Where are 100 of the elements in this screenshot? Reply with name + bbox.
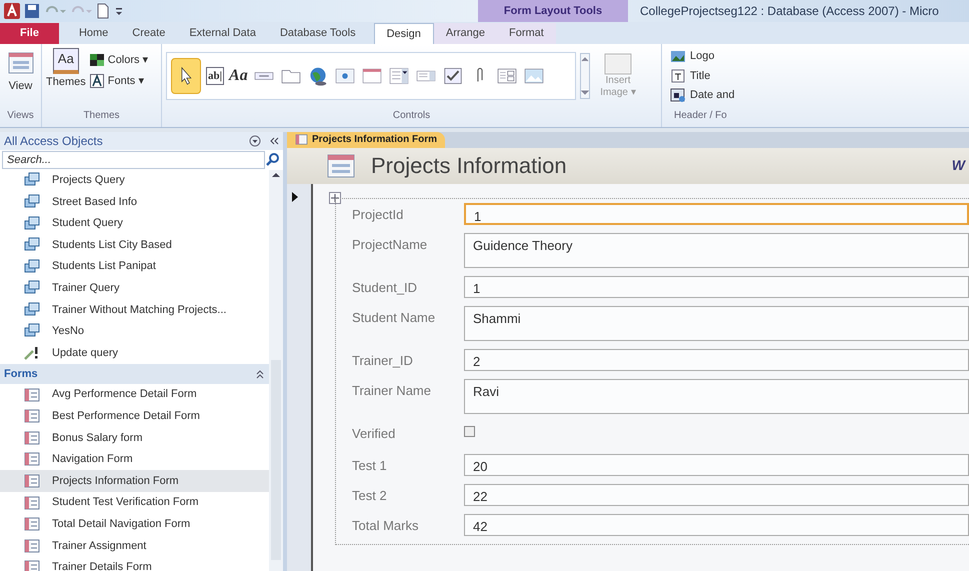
checkbox[interactable] [464,426,475,437]
calendar-icon [670,87,686,104]
date-button[interactable]: Date and [670,87,969,104]
field-label: Test 2 [352,486,388,505]
ribbon-tab[interactable]: Home [66,23,120,44]
colors-button[interactable]: Colors ▾ [90,52,149,69]
text-field[interactable]: 20 [464,454,969,476]
fonts-button[interactable]: Fonts ▾ [90,72,149,90]
ribbon-tab[interactable]: Arrange [434,23,497,44]
form-icon [24,516,40,532]
nav-item[interactable]: Projects Query [0,170,269,192]
nav-item[interactable]: Total Detail Navigation Form [0,513,269,536]
ribbon-tab[interactable]: Format [497,23,556,44]
collapse-icon [255,368,265,379]
nav-item[interactable]: Student Test Verification Form [0,492,269,514]
form-icon [295,134,308,146]
nav-item[interactable]: Students List Panipat [0,256,269,278]
gallery-scroll-icon[interactable] [580,53,590,100]
pointer-icon[interactable] [171,58,201,94]
nav-item[interactable]: YesNo [0,320,269,342]
nav-item[interactable]: Trainer Assignment [0,535,269,557]
text-field[interactable]: Ravi [464,378,969,414]
header-text: W [952,156,965,176]
text-field[interactable]: 1 [464,276,969,298]
field-label: Verified [352,424,396,443]
query-icon [24,280,40,296]
nav-item[interactable]: Best Performence Detail Form [0,405,269,428]
context-tab-group-title: Form Layout Tools [478,0,628,22]
color-swatch-icon [90,54,104,66]
font-icon [90,74,104,88]
field-label: Total Marks [352,516,420,535]
view-button[interactable]: View [8,44,34,108]
nav-pane-title: All Access Objects [4,132,103,150]
label-control[interactable]: Aa [229,58,248,94]
save-icon[interactable] [24,2,40,19]
nav-item[interactable]: Navigation Form [0,448,269,470]
query-icon [24,258,40,275]
nav-item[interactable]: Trainer Query [0,277,269,300]
logo-icon [670,48,686,64]
ribbon-tab[interactable]: Database Tools [268,23,368,44]
nav-group-header[interactable]: Forms [0,364,269,384]
record-selector-icon[interactable] [291,192,299,202]
nav-item[interactable]: Update query [0,342,269,364]
form-icon [24,494,40,511]
ribbon-tab[interactable]: File [0,23,59,44]
field-label: Trainer_ID [352,352,414,370]
nav-item[interactable]: Student Query [0,212,269,234]
form-icon [24,430,40,446]
form-icon [24,386,40,403]
text-field[interactable]: 1 [464,202,969,225]
text-field[interactable]: 42 [464,514,969,536]
nav-item[interactable]: Trainer Details Form [0,556,269,571]
pencil-icon [24,345,40,362]
title-button[interactable]: Title [670,68,969,84]
scrollbar[interactable] [269,170,283,571]
query-icon [24,172,40,188]
collapse-pane-icon[interactable] [269,136,279,146]
form-icon [24,408,40,424]
form-icon [24,473,40,490]
field-label: ProjectName [352,236,428,254]
logo-button[interactable]: Logo [670,48,969,65]
ribbon-group-label: Controls [392,108,432,123]
nav-item[interactable]: Students List City Based [0,234,269,256]
new-document-icon[interactable] [96,2,110,19]
text-field[interactable]: Guidence Theory [464,232,969,268]
ribbon-tab[interactable]: External Data [177,23,268,44]
field-label: Student Name [352,308,436,327]
ribbon-group-label: Views [7,108,34,123]
text-field[interactable]: 2 [464,348,969,371]
query-icon [24,302,40,318]
nav-item[interactable]: Avg Performence Detail Form [0,384,269,406]
form-icon [24,451,40,468]
search-field[interactable]: Search... [2,150,265,169]
nav-item[interactable]: Projects Information Form [0,470,269,492]
field-label: Trainer Name [352,382,432,400]
field-label: ProjectId [352,206,404,224]
dropdown-icon[interactable] [249,134,261,147]
theme-icon: Aa [52,48,79,74]
document-tab[interactable]: Projects Information Form [287,132,446,148]
text-field[interactable]: 22 [464,484,969,506]
query-icon [24,216,40,232]
app-logo-icon [4,2,20,19]
ribbon-group-label: Themes [82,108,121,123]
nav-item[interactable]: Bonus Salary form [0,427,269,449]
search-icon[interactable] [265,152,281,168]
field-label: Student_ID [352,278,418,297]
window-title: CollegeProjectseg122 : Database (Access 2007) - Micro [639,2,939,20]
ribbon-tab[interactable]: Create [120,23,178,44]
themes-button[interactable]: Aa Themes [46,48,86,108]
field-label: Test 1 [352,456,388,475]
layout-move-icon[interactable] [329,192,341,204]
form-view-icon [8,52,34,74]
text-field[interactable]: Shammi [464,306,969,341]
nav-item[interactable]: Street Based Info [0,191,269,213]
nav-item[interactable]: Trainer Without Matching Projects... [0,299,269,321]
query-icon [24,194,40,210]
query-icon [24,237,40,254]
form-icon [24,538,40,554]
ribbon-tab[interactable]: Design [374,23,434,44]
query-icon [24,323,40,340]
